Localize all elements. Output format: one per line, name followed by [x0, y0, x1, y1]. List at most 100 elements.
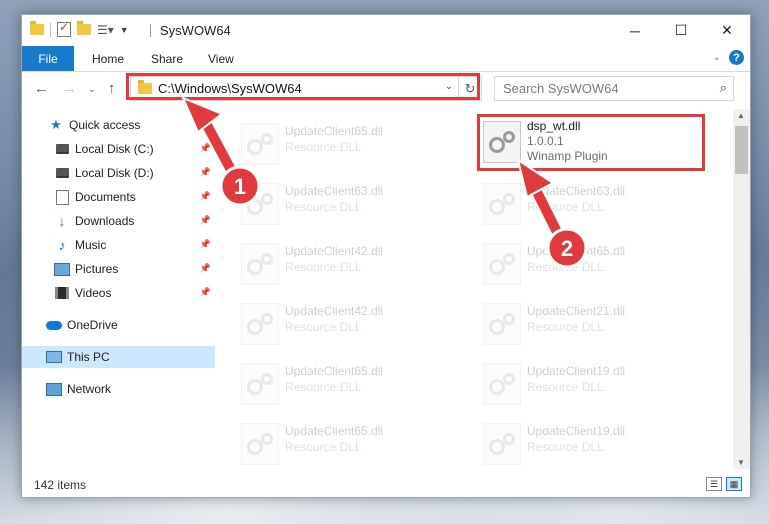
tab-share[interactable]: Share — [151, 46, 183, 71]
sidebar-item-label: Local Disk (D:) — [75, 166, 154, 180]
sidebar-item-this-pc[interactable]: This PC — [22, 346, 215, 368]
address-highlight-box — [126, 73, 480, 100]
sidebar-item-label: Documents — [75, 190, 136, 204]
list-item[interactable]: UpdateClient65.dll Resource DLL — [479, 239, 704, 289]
status-bar: 142 items ☰ ▦ — [22, 473, 750, 497]
sidebar-item-local-disk-c[interactable]: Local Disk (C:) 📌 — [22, 138, 215, 160]
sidebar-item-onedrive[interactable]: OneDrive — [22, 314, 215, 336]
pin-icon[interactable]: 📌 — [200, 215, 211, 226]
sidebar-item-music[interactable]: ♪ Music 📌 — [22, 234, 215, 256]
dll-file-icon — [483, 423, 521, 465]
download-icon: ↓ — [58, 213, 66, 229]
scroll-down-icon[interactable]: ▼ — [737, 458, 745, 467]
pin-icon[interactable]: 📌 — [200, 143, 211, 154]
pin-icon[interactable]: 📌 — [200, 167, 211, 178]
search-icon[interactable]: ⌕ — [720, 80, 727, 96]
properties-check-icon[interactable] — [57, 20, 71, 37]
customize-toolbar-chevron-icon[interactable]: ▼ — [120, 25, 129, 35]
minimize-button[interactable]: ─ — [612, 15, 658, 46]
pin-icon[interactable]: 📌 — [200, 287, 211, 298]
sidebar-item-videos[interactable]: Videos 📌 — [22, 282, 215, 304]
large-icons-view-icon[interactable]: ▦ — [726, 477, 742, 491]
view-options-icon[interactable]: ☰▾ — [97, 23, 114, 37]
scrollbar-thumb[interactable] — [735, 126, 748, 174]
file-description: Resource DLL — [285, 440, 362, 454]
title-bar: ☰▾ ▼ SysWOW64 ─ ☐ ✕ — [22, 15, 750, 46]
pin-icon[interactable]: 📌 — [200, 191, 211, 202]
file-description: Resource DLL — [285, 260, 362, 274]
sidebar-item-label: Pictures — [75, 262, 119, 276]
list-item[interactable]: UpdateClient19.dll Resource DLL — [479, 419, 704, 469]
forward-arrow-icon[interactable]: → — [62, 80, 77, 97]
tab-home[interactable]: Home — [92, 46, 124, 71]
window-controls: ─ ☐ ✕ — [612, 15, 750, 46]
music-icon: ♪ — [58, 237, 66, 253]
ribbon-right-controls: ⌄ ? — [713, 50, 744, 65]
scroll-up-icon[interactable]: ▲ — [737, 111, 745, 120]
file-name: UpdateClient63.dll — [527, 184, 626, 198]
help-icon[interactable]: ? — [729, 50, 744, 65]
maximize-button[interactable]: ☐ — [658, 15, 704, 46]
search-box[interactable]: Search SysWOW64 ⌕ — [494, 76, 734, 101]
sidebar-item-label: Downloads — [75, 214, 135, 228]
file-name: UpdateClient21.dll — [527, 304, 626, 318]
file-name: UpdateClient42.dll — [285, 244, 384, 258]
sidebar-item-quick-access[interactable]: ★ Quick access — [22, 114, 215, 136]
list-item[interactable]: UpdateClient42.dll Resource DLL — [237, 299, 462, 349]
new-folder-icon[interactable] — [77, 21, 91, 35]
tab-view[interactable]: View — [208, 46, 234, 71]
pin-icon[interactable]: 📌 — [200, 263, 211, 274]
ribbon-tabs: File Home Share View ⌄ ? — [22, 46, 750, 72]
list-item[interactable]: UpdateClient42.dll Resource DLL — [237, 239, 462, 289]
file-name: UpdateClient65.dll — [285, 424, 384, 438]
folder-icon — [30, 21, 44, 35]
quick-access-toolbar: ☰▾ ▼ — [30, 20, 129, 37]
sidebar-item-local-disk-d[interactable]: Local Disk (D:) 📌 — [22, 162, 215, 184]
search-input[interactable]: Search SysWOW64 — [503, 81, 619, 96]
sidebar-item-label: Quick access — [69, 118, 141, 132]
up-arrow-icon[interactable]: ↑ — [108, 80, 116, 97]
dll-file-icon — [241, 363, 279, 405]
details-view-icon[interactable]: ☰ — [706, 477, 722, 491]
list-item[interactable]: UpdateClient21.dll Resource DLL — [479, 299, 704, 349]
view-toggle: ☰ ▦ — [706, 477, 742, 491]
sidebar-item-label: Network — [67, 382, 112, 396]
sidebar-item-label: Music — [75, 238, 107, 252]
list-item[interactable]: UpdateClient65.dll Resource DLL — [237, 359, 462, 409]
file-highlight-box — [477, 114, 705, 171]
file-name: UpdateClient19.dll — [527, 424, 626, 438]
file-description: Resource DLL — [527, 440, 604, 454]
back-arrow-icon[interactable]: ← — [34, 80, 49, 97]
navigation-bar: ← → ⌄ ↑ C:\Windows\SysWOW64 ⌄ ↻ Search S… — [22, 72, 750, 106]
file-list: UpdateClient65.dll Resource DLL UpdateCli… — [215, 109, 733, 469]
recent-locations-chevron-icon[interactable]: ⌄ — [88, 84, 96, 95]
network-icon — [46, 382, 62, 396]
sidebar-item-documents[interactable]: Documents 📌 — [22, 186, 215, 208]
list-item[interactable]: UpdateClient19.dll Resource DLL — [479, 359, 704, 409]
file-description: Resource DLL — [285, 200, 362, 214]
file-description: Resource DLL — [285, 380, 362, 394]
dll-file-icon — [241, 243, 279, 285]
file-name: UpdateClient65.dll — [285, 364, 384, 378]
list-item[interactable]: UpdateClient65.dll Resource DLL — [237, 419, 462, 469]
list-item[interactable]: UpdateClient65.dll Resource DLL — [237, 119, 462, 169]
sidebar-item-network[interactable]: Network — [22, 378, 215, 400]
close-button[interactable]: ✕ — [704, 15, 750, 46]
file-description: Resource DLL — [285, 140, 362, 154]
file-description: Resource DLL — [527, 260, 604, 274]
list-item[interactable]: UpdateClient63.dll Resource DLL — [237, 179, 462, 229]
dll-file-icon — [241, 123, 279, 165]
dll-file-icon — [241, 183, 279, 225]
drive-icon — [54, 142, 70, 156]
sidebar-item-pictures[interactable]: Pictures 📌 — [22, 258, 215, 280]
tab-file[interactable]: File — [22, 46, 74, 71]
pin-icon[interactable]: 📌 — [200, 239, 211, 250]
vertical-scrollbar[interactable]: ▲ ▼ — [733, 109, 750, 469]
dll-file-icon — [483, 243, 521, 285]
sidebar-item-label: Videos — [75, 286, 112, 300]
file-name: UpdateClient63.dll — [285, 184, 384, 198]
sidebar-item-downloads[interactable]: ↓ Downloads 📌 — [22, 210, 215, 232]
expand-ribbon-chevron-icon[interactable]: ⌄ — [713, 52, 721, 63]
star-icon: ★ — [50, 117, 62, 132]
list-item[interactable]: UpdateClient63.dll Resource DLL — [479, 179, 704, 229]
